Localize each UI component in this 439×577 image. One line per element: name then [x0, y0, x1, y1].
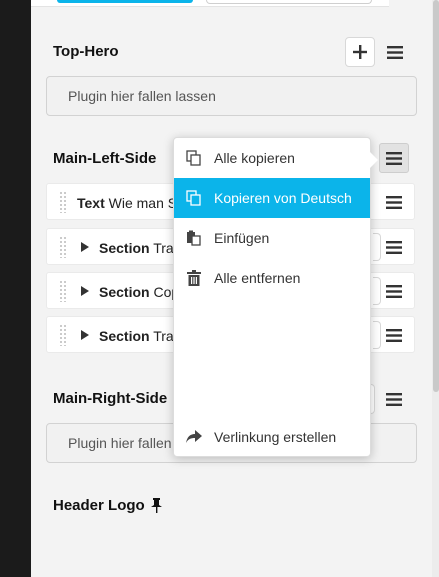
plugin-menu-button[interactable]	[379, 320, 409, 350]
section-title-main-left: Main-Left-Side	[53, 150, 157, 167]
section-title-main-right: Main-Right-Side	[53, 390, 168, 407]
plus-icon	[353, 45, 367, 59]
add-plugin-button[interactable]	[345, 37, 375, 67]
top-secondary-button[interactable]	[206, 0, 372, 4]
dropzone-label: Plugin hier fallen lassen	[68, 88, 216, 104]
top-hero-menu-button[interactable]	[380, 37, 410, 67]
paste-icon	[174, 230, 214, 246]
left-dark-strip	[0, 0, 31, 577]
section-title-top-hero: Top-Hero	[53, 43, 119, 60]
hamburger-icon	[386, 284, 402, 298]
menu-item-remove-all[interactable]: Alle entfernen	[174, 258, 370, 298]
plugin-menu-button[interactable]	[379, 232, 409, 262]
menu-item-copy-all[interactable]: Alle kopieren	[174, 138, 370, 178]
hamburger-icon	[386, 328, 402, 342]
plugin-label: Section Cop	[99, 284, 177, 300]
share-arrow-icon	[174, 430, 214, 444]
drag-handle-icon[interactable]	[59, 280, 67, 302]
plugin-label: Text Wie man S	[77, 195, 173, 211]
drag-handle-icon[interactable]	[59, 236, 67, 258]
menu-item-create-link[interactable]: Verlinkung erstellen	[174, 417, 370, 457]
hamburger-icon	[387, 45, 403, 59]
trash-icon	[174, 270, 214, 286]
drag-handle-icon[interactable]	[59, 324, 67, 346]
menu-item-paste[interactable]: Einfügen	[174, 218, 370, 258]
copy-icon	[174, 190, 214, 206]
plugin-label: Section Tra	[99, 328, 174, 344]
pin-icon	[150, 498, 162, 513]
plugin-menu-button[interactable]	[379, 276, 409, 306]
hamburger-icon	[386, 392, 402, 406]
main-right-menu-button[interactable]	[379, 384, 409, 414]
expand-arrow-icon[interactable]	[81, 286, 89, 296]
header-logo-label: Header Logo	[53, 497, 145, 514]
plugin-label: Section Tra	[99, 240, 174, 256]
hamburger-icon	[386, 195, 402, 209]
top-primary-button[interactable]	[57, 0, 193, 3]
plugin-menu-button[interactable]	[379, 187, 409, 217]
section-title-header-logo: Header Logo	[53, 497, 162, 514]
expand-arrow-icon[interactable]	[81, 330, 89, 340]
menu-item-copy-from-german[interactable]: Kopieren von Deutsch	[174, 178, 370, 218]
hamburger-icon	[386, 240, 402, 254]
copy-icon	[174, 150, 214, 166]
expand-arrow-icon[interactable]	[81, 242, 89, 252]
drag-handle-icon[interactable]	[59, 191, 67, 213]
context-menu: Alle kopieren Kopieren von Deutsch Einfü…	[173, 137, 378, 457]
scrollbar-thumb[interactable]	[433, 0, 439, 392]
top-hero-dropzone[interactable]: Plugin hier fallen lassen	[46, 76, 417, 116]
hamburger-icon	[386, 151, 402, 165]
dropzone-label: Plugin hier fallen	[68, 435, 172, 451]
main-left-menu-button[interactable]	[379, 143, 409, 173]
